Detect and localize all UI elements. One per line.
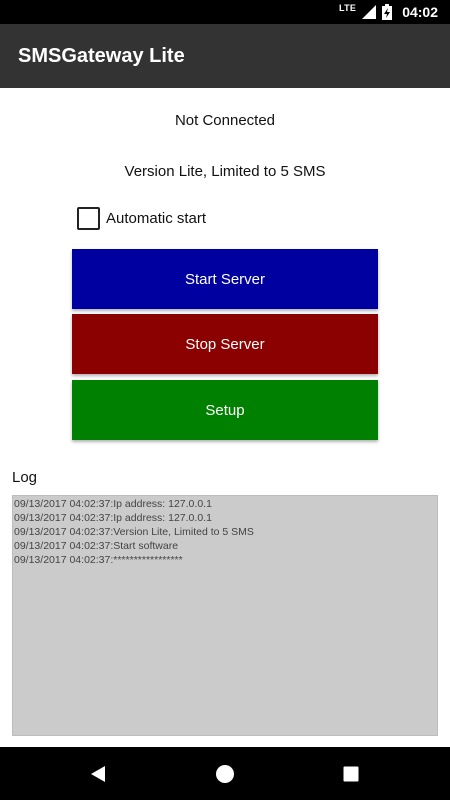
app-bar: SMSGateway Lite xyxy=(0,24,450,88)
main-content: Not Connected Version Lite, Limited to 5… xyxy=(0,88,450,747)
network-type-label: LTE xyxy=(338,3,357,13)
status-bar: LTE 04:02 xyxy=(0,0,450,24)
log-line: 09/13/2017 04:02:37:Ip address: 127.0.0.… xyxy=(14,498,212,510)
recents-icon xyxy=(343,766,359,781)
home-button[interactable] xyxy=(195,747,255,800)
log-label: Log xyxy=(12,469,38,486)
connection-status: Not Connected xyxy=(174,112,276,129)
clock: 04:02 xyxy=(402,4,438,20)
log-line: 09/13/2017 04:02:37:***************** xyxy=(14,554,183,566)
log-line: 09/13/2017 04:02:37:Version Lite, Limite… xyxy=(14,526,254,538)
back-icon xyxy=(91,765,105,782)
automatic-start-label[interactable]: Automatic start xyxy=(106,210,206,227)
recents-button[interactable] xyxy=(321,747,381,800)
automatic-start-checkbox[interactable]: Automatic start xyxy=(77,207,206,230)
start-server-button[interactable]: Start Server xyxy=(72,249,378,309)
stop-server-button[interactable]: Stop Server xyxy=(72,314,378,374)
log-line: 09/13/2017 04:02:37:Ip address: 127.0.0.… xyxy=(14,512,212,524)
version-info: Version Lite, Limited to 5 SMS xyxy=(124,163,326,180)
back-button[interactable] xyxy=(68,747,128,800)
checkbox-box[interactable] xyxy=(77,207,100,230)
log-textarea[interactable]: 09/13/2017 04:02:37:Ip address: 127.0.0.… xyxy=(12,495,438,736)
navigation-bar xyxy=(0,747,450,800)
home-icon xyxy=(216,764,234,783)
log-line: 09/13/2017 04:02:37:Start software xyxy=(14,540,179,552)
battery-charging-icon xyxy=(382,4,393,20)
app-title: SMSGateway Lite xyxy=(18,44,185,67)
signal-icon xyxy=(362,5,377,19)
status-icons: LTE 04:02 xyxy=(339,0,438,24)
setup-button[interactable]: Setup xyxy=(72,380,378,440)
